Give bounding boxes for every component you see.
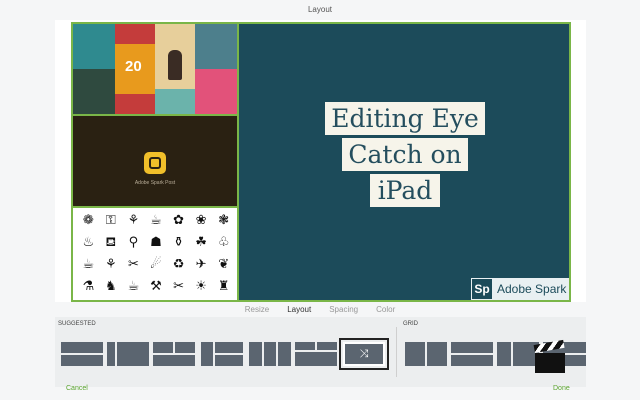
pattern-icon: ♜	[217, 279, 230, 294]
collage-cell-1[interactable]: 20	[73, 24, 237, 114]
layout-option[interactable]	[61, 342, 103, 366]
pattern-icon: ♧	[217, 235, 230, 250]
collage-tile: 20	[115, 44, 155, 94]
collage-tile	[155, 89, 195, 114]
headline-line-1: Editing Eye	[325, 102, 485, 135]
pattern-icon: ⚘	[105, 257, 117, 272]
spark-post-label: Adobe Spark Post	[134, 180, 176, 186]
pattern-icon: ⚲	[128, 235, 139, 250]
pattern-icon: ⚗	[82, 279, 95, 294]
collage-cell-2[interactable]: Adobe Spark Post	[73, 116, 237, 206]
page-title: Layout	[307, 5, 333, 14]
layout-option[interactable]	[295, 342, 337, 366]
pattern-icon: ❁	[82, 213, 94, 228]
main-image-cell[interactable]: Editing Eye Catch on iPad Sp Adobe Spark	[239, 24, 569, 300]
pattern-icon: ⚱	[173, 235, 185, 250]
layout-option[interactable]	[107, 342, 149, 366]
pattern-icon: ☕	[82, 257, 95, 272]
pattern-icon: ☘	[195, 235, 207, 250]
pattern-icon: ☕	[150, 213, 162, 228]
option-tabs: Resize Layout Spacing Color	[0, 303, 640, 317]
headline: Editing Eye Catch on iPad	[325, 102, 485, 210]
collage-tile	[73, 69, 115, 114]
tab-spacing[interactable]: Spacing	[329, 303, 358, 317]
collage-tile	[115, 94, 155, 114]
collage-tile	[195, 69, 237, 114]
icon-pattern: ❁ ⚿ ⚘ ☕ ✿ ❀ ❃ ♨ ⛾ ⚲ ☗ ⚱ ☘ ♧ ☕ ⚘ ✂ ☄ ♻ ✈	[77, 210, 235, 298]
pattern-icon: ⚘	[127, 213, 140, 228]
cancel-button[interactable]: Cancel	[66, 385, 88, 392]
headline-line-3: iPad	[370, 174, 440, 207]
layout-frame: 20 Adobe Spark Post ❁ ⚿ ⚘ ☕ ✿ ❀ ❃ ♨ ⛾ ⚲ …	[71, 22, 571, 302]
tab-color[interactable]: Color	[376, 303, 395, 317]
collage-tile	[73, 24, 115, 69]
layout-option-selected[interactable]: ⤨	[339, 338, 389, 370]
top-bar: Layout	[0, 0, 640, 20]
pattern-icon: ☕	[127, 279, 140, 294]
adobe-spark-watermark: Sp Adobe Spark	[471, 278, 569, 300]
pattern-icon: ✂	[173, 279, 185, 294]
tray-divider	[396, 327, 397, 377]
portrait-illustration	[168, 50, 182, 80]
spark-post-logo-icon	[144, 152, 166, 174]
suggested-label: SUGGESTED	[58, 321, 96, 327]
tab-layout[interactable]: Layout	[287, 303, 311, 317]
collage-tile	[155, 24, 195, 44]
layout-option[interactable]	[249, 342, 291, 366]
pattern-icon: ♨	[82, 235, 95, 250]
layout-tray: SUGGESTED GRID ⤨	[55, 317, 586, 387]
pattern-icon: ☗	[150, 235, 162, 250]
layout-option[interactable]	[153, 342, 195, 366]
pattern-icon: ⛾	[105, 235, 117, 250]
pattern-icon: ❃	[218, 213, 230, 228]
grid-option[interactable]	[451, 342, 493, 366]
collage-tile	[115, 24, 155, 44]
pattern-icon: ❀	[195, 213, 207, 228]
collage-tile	[155, 44, 195, 89]
tab-resize[interactable]: Resize	[245, 303, 269, 317]
shuffle-icon: ⤨	[345, 344, 383, 364]
pattern-icon: ☄	[150, 257, 162, 272]
collage-cell-3[interactable]: ❁ ⚿ ⚘ ☕ ✿ ❀ ❃ ♨ ⛾ ⚲ ☗ ⚱ ☘ ♧ ☕ ⚘ ✂ ☄ ♻ ✈	[73, 208, 237, 300]
pattern-icon: ❦	[218, 257, 230, 272]
pattern-icon: ✂	[127, 257, 139, 272]
pattern-icon: ♻	[172, 257, 185, 272]
pattern-icon: ✿	[173, 213, 185, 228]
grid-option[interactable]	[497, 342, 539, 366]
grid-label: GRID	[403, 321, 418, 327]
layout-option[interactable]	[201, 342, 243, 366]
headline-line-2: Catch on	[342, 138, 468, 171]
grid-option[interactable]	[405, 342, 447, 366]
tile-number: 20	[125, 58, 142, 75]
pattern-icon: ☀	[195, 279, 207, 294]
pattern-icon: ⚒	[150, 279, 162, 294]
canvas-area: 20 Adobe Spark Post ❁ ⚿ ⚘ ☕ ✿ ❀ ❃ ♨ ⛾ ⚲ …	[55, 20, 586, 302]
pattern-icon: ♞	[105, 279, 117, 294]
pattern-icon: ⚿	[105, 213, 116, 228]
done-button[interactable]: Done	[553, 385, 570, 392]
collage-tile	[195, 24, 237, 69]
clapperboard-icon	[533, 339, 565, 373]
pattern-icon: ✈	[195, 257, 207, 272]
spark-logo-icon: Sp	[472, 279, 492, 299]
brand-name: Adobe Spark	[497, 282, 567, 296]
